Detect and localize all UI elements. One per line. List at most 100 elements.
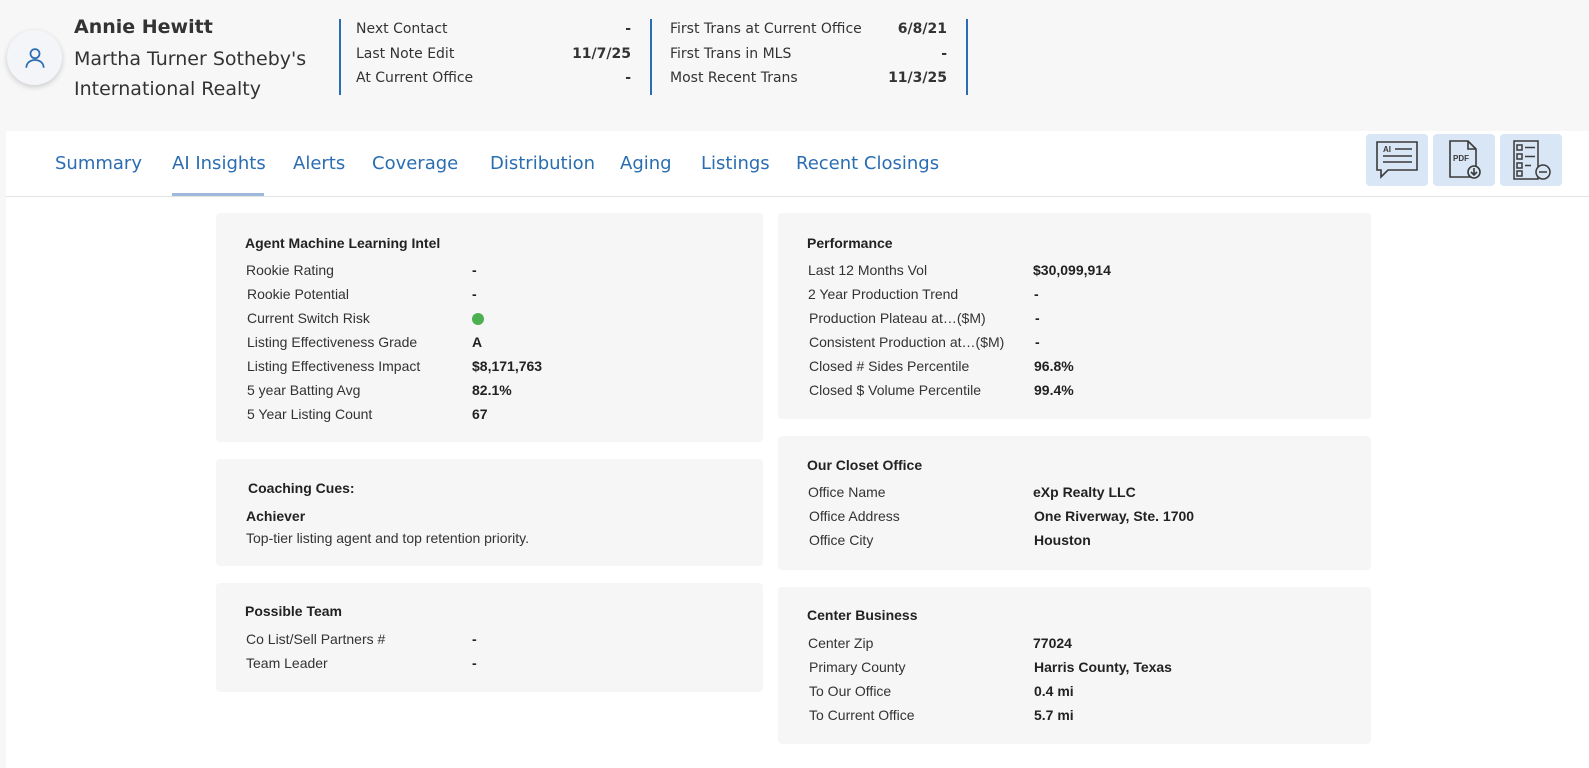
stat-label: At Current Office <box>356 70 474 86</box>
row-label: Co List/Sell Partners # <box>246 631 386 647</box>
stat-label: Last Note Edit <box>356 46 455 62</box>
row-value: One Riverway, Ste. 1700 <box>1034 508 1195 524</box>
row-value: - <box>1035 310 1040 326</box>
row-value: 96.8% <box>1034 358 1074 374</box>
card-ml-intel: Agent Machine Learning Intel Rookie Rati… <box>216 213 763 442</box>
checklist-button[interactable] <box>1500 134 1562 186</box>
stat-label: First Trans in MLS <box>670 46 792 62</box>
user-icon <box>24 47 45 68</box>
row-value: - <box>1034 286 1039 302</box>
stat-value: 11/3/25 <box>888 70 947 86</box>
card-coaching-cues: Coaching Cues: Achiever Top-tier listing… <box>216 459 763 566</box>
coaching-type: Achiever <box>246 508 306 524</box>
pdf-download-button[interactable]: PDF <box>1433 134 1495 186</box>
checklist-remove-icon <box>1513 140 1551 180</box>
row-label: 2 Year Production Trend <box>808 286 959 302</box>
row-value: eXp Realty LLC <box>1033 484 1136 500</box>
tab-recent-closings[interactable]: Recent Closings <box>796 153 939 174</box>
row-label: Closed $ Volume Percentile <box>809 382 981 398</box>
pdf-label: PDF <box>1453 154 1469 163</box>
row-label: Rookie Rating <box>246 262 334 278</box>
stat-at-current-office: At Current Office - <box>356 70 631 86</box>
active-tab-indicator <box>172 193 264 196</box>
pdf-download-icon: PDF <box>1449 140 1481 179</box>
row-label: Office Address <box>809 508 900 524</box>
tab-aging[interactable]: Aging <box>620 153 672 174</box>
tab-bar: Summary AI Insights Alerts Coverage Dist… <box>6 131 1589 197</box>
card-title: Coaching Cues: <box>248 480 355 496</box>
stat-value: 11/7/25 <box>572 46 631 62</box>
row-value: 77024 <box>1033 635 1072 651</box>
row-label: Team Leader <box>246 655 328 671</box>
card-title: Center Business <box>807 607 918 623</box>
agent-office: Martha Turner Sotheby's International Re… <box>74 44 334 104</box>
tab-distribution[interactable]: Distribution <box>490 153 595 174</box>
row-label: Office Name <box>808 484 886 500</box>
row-label: Closed # Sides Percentile <box>809 358 970 374</box>
row-value: 82.1% <box>472 382 512 398</box>
row-label: Production Plateau at…($M) <box>809 310 986 326</box>
stat-value: - <box>625 70 631 86</box>
agent-header: Annie Hewitt Martha Turner Sotheby's Int… <box>0 0 1589 130</box>
row-label: Rookie Potential <box>247 286 349 302</box>
coaching-text: Top-tier listing agent and top retention… <box>246 530 530 546</box>
stat-value: - <box>941 46 947 62</box>
row-value: - <box>472 286 477 302</box>
divider <box>966 19 968 95</box>
card-closest-office: Our Closet Office Office Name eXp Realty… <box>778 436 1371 570</box>
stat-label: First Trans at Current Office <box>670 21 862 37</box>
stat-first-trans-mls: First Trans in MLS - <box>670 46 947 62</box>
stat-first-trans-current-office: First Trans at Current Office 6/8/21 <box>670 21 947 37</box>
row-value: - <box>472 655 477 671</box>
card-title: Performance <box>807 235 893 251</box>
divider <box>339 19 341 95</box>
card-title: Possible Team <box>245 603 343 619</box>
avatar[interactable] <box>7 30 62 85</box>
card-center-business: Center Business Center Zip 77024 Primary… <box>778 587 1371 744</box>
row-value: $30,099,914 <box>1033 262 1111 278</box>
card-possible-team: Possible Team Co List/Sell Partners # - … <box>216 583 763 692</box>
agent-name: Annie Hewitt <box>74 16 213 38</box>
row-label: Listing Effectiveness Grade <box>247 334 418 350</box>
card-title: Our Closet Office <box>807 457 923 473</box>
ai-chat-button[interactable]: AI <box>1366 134 1428 186</box>
stat-label: Next Contact <box>356 21 448 37</box>
stat-value: 6/8/21 <box>897 21 947 37</box>
row-label: Last 12 Months Vol <box>808 262 928 278</box>
row-value: A <box>472 334 483 350</box>
row-value: 67 <box>472 406 488 422</box>
tab-ai-insights[interactable]: AI Insights <box>172 153 266 174</box>
stat-last-note-edit: Last Note Edit 11/7/25 <box>356 46 631 62</box>
row-label: To Current Office <box>809 707 915 723</box>
agent-office-line2: International Realty <box>74 78 261 100</box>
divider <box>650 19 652 95</box>
row-label: To Our Office <box>809 683 892 699</box>
row-label: Office City <box>809 532 874 548</box>
card-performance: Performance Last 12 Months Vol $30,099,9… <box>778 213 1371 419</box>
switch-risk-status-icon <box>472 310 484 328</box>
row-value: $8,171,763 <box>472 358 543 374</box>
tab-listings[interactable]: Listings <box>701 153 770 174</box>
row-value: Houston <box>1034 532 1091 548</box>
tab-alerts[interactable]: Alerts <box>293 153 345 174</box>
row-value: 0.4 mi <box>1034 683 1074 699</box>
card-title: Agent Machine Learning Intel <box>245 235 441 251</box>
ai-label: AI <box>1383 145 1391 154</box>
row-label: Primary County <box>809 659 906 675</box>
row-value: - <box>472 262 477 278</box>
row-label: Current Switch Risk <box>247 310 370 326</box>
row-label: Listing Effectiveness Impact <box>247 358 421 374</box>
stat-label: Most Recent Trans <box>670 70 798 86</box>
row-label: Center Zip <box>808 635 874 651</box>
tab-summary[interactable]: Summary <box>55 153 142 174</box>
row-label: 5 year Batting Avg <box>247 382 361 398</box>
stat-next-contact: Next Contact - <box>356 21 631 37</box>
row-value: - <box>472 631 477 647</box>
stat-most-recent-trans: Most Recent Trans 11/3/25 <box>670 70 947 86</box>
row-value: - <box>1035 334 1040 350</box>
agent-office-line1: Martha Turner Sotheby's <box>74 48 307 70</box>
ai-chat-icon: AI <box>1376 141 1418 179</box>
tab-coverage[interactable]: Coverage <box>372 153 458 174</box>
row-value: 99.4% <box>1034 382 1074 398</box>
stat-value: - <box>625 21 631 37</box>
